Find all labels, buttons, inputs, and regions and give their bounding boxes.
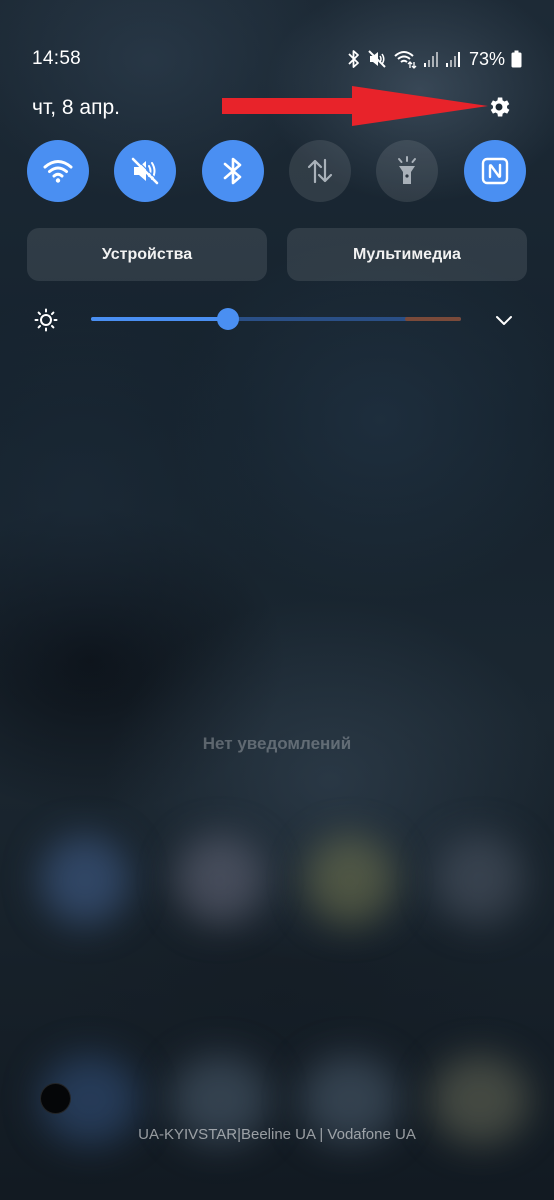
signal-icon: [445, 52, 460, 67]
no-notifications-text: Нет уведомлений: [202, 734, 352, 753]
header-date: чт, 8 апр.: [32, 96, 120, 119]
blurred-app-icon: [40, 835, 130, 925]
blurred-app-icon: [175, 835, 265, 925]
mute-icon: [368, 50, 386, 68]
nfc-tile[interactable]: [464, 140, 526, 202]
bluetooth-tile[interactable]: [202, 140, 264, 202]
battery-icon: [511, 50, 522, 68]
quick-settings-tiles: [27, 140, 527, 202]
panel-buttons: Устройства Мультимедиа: [27, 228, 527, 281]
blurred-app-icon: [305, 835, 395, 925]
chevron-down-icon[interactable]: [494, 310, 514, 330]
status-icons: 73%: [347, 46, 522, 72]
red-arrow-annotation: [222, 86, 488, 126]
blurred-app-icon: [435, 835, 525, 925]
signal-icon: [423, 52, 438, 67]
brightness-slider[interactable]: [91, 308, 461, 330]
status-bar: 14:58 73%: [0, 0, 554, 90]
bluetooth-icon: [348, 50, 359, 68]
devices-button[interactable]: Устройства: [27, 228, 267, 281]
gear-icon: [490, 97, 510, 117]
flashlight-tile[interactable]: [376, 140, 438, 202]
status-time: 14:58: [32, 48, 82, 69]
brightness-slider-thumb[interactable]: [216, 308, 239, 330]
wifi-icon: [43, 160, 73, 183]
media-button[interactable]: Мультимедиа: [287, 228, 527, 281]
mute-icon: [131, 157, 159, 185]
brightness-row: [0, 300, 554, 340]
sun-icon: [34, 308, 58, 332]
brightness-slider-high-zone: [405, 317, 461, 321]
battery-percentage: 73%: [468, 48, 505, 69]
flashlight-icon: [398, 156, 416, 184]
wifi-tile[interactable]: [27, 140, 89, 202]
settings-button[interactable]: [484, 92, 514, 122]
nfc-icon: [481, 157, 509, 185]
bluetooth-icon: [223, 157, 242, 185]
carrier-label: UA-KYIVSTAR|Beeline UA | Vodafone UA: [138, 1126, 416, 1143]
sound-tile[interactable]: [114, 140, 176, 202]
data-arrows-icon: [307, 158, 333, 184]
brightness-slider-fill: [91, 317, 228, 321]
mobile-data-tile[interactable]: [289, 140, 351, 202]
assistant-dot[interactable]: [40, 1083, 71, 1114]
wifi-calling-icon: [394, 51, 417, 69]
